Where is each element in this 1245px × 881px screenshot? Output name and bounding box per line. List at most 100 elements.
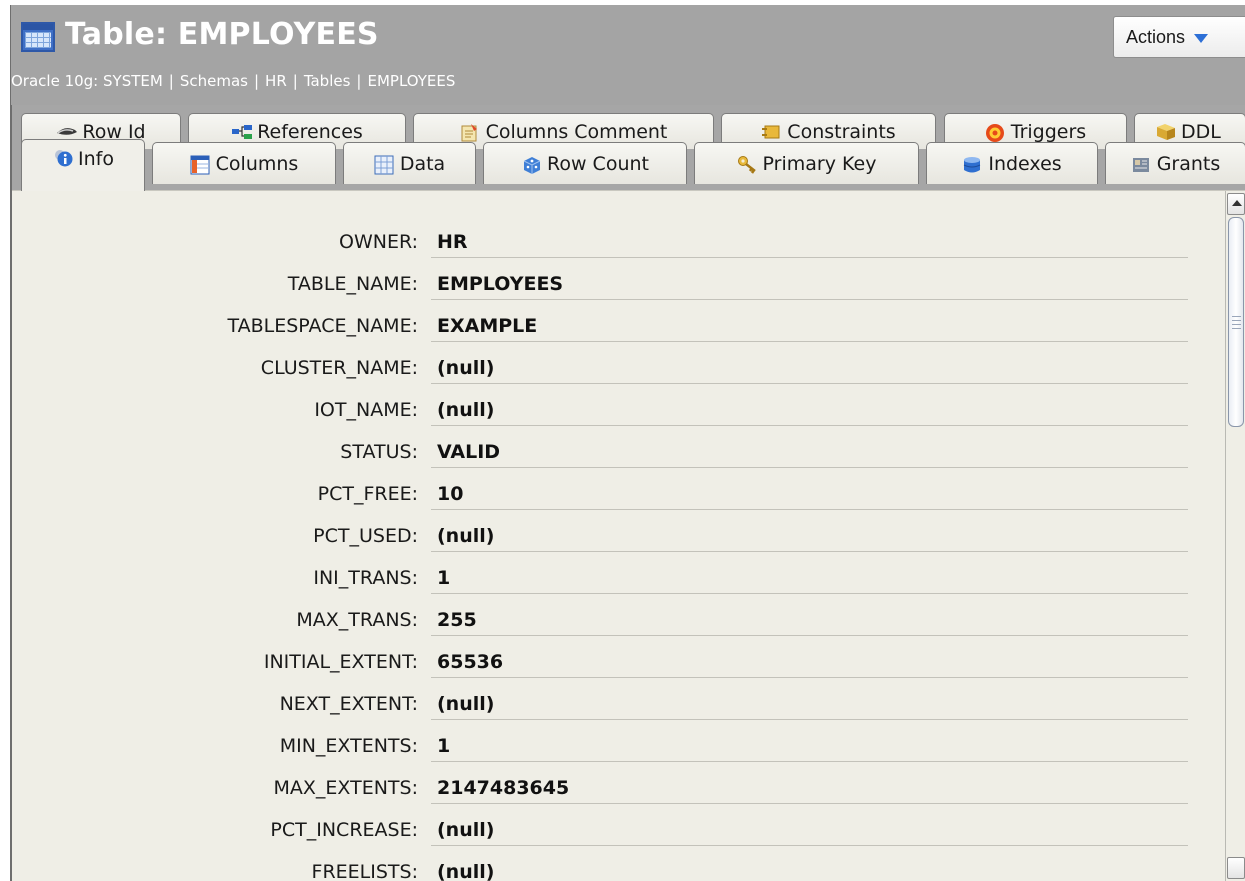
property-row: OWNER: HR [11,217,1206,259]
property-value: 1 [437,567,451,589]
property-value: 1 [437,735,451,757]
breadcrumb-schemas[interactable]: Schemas [180,72,248,90]
property-divider [431,299,1188,300]
property-value: HR [437,231,468,253]
property-label: FREELISTS: [311,861,418,881]
tab-label: Columns Comment [485,120,668,143]
property-row: IOT_NAME: (null) [11,385,1206,427]
key-icon [737,155,756,174]
comment-icon [460,123,478,141]
info-panel: OWNER: HR TABLE_NAME: EMPLOYEES TABLESPACE_N… [11,190,1245,881]
scroll-down-arrow-icon[interactable] [1227,857,1245,879]
tab-row-count[interactable]: Row Count [483,142,687,184]
property-value: 2147483645 [437,777,570,799]
eye-icon [56,123,78,141]
references-icon [231,123,253,141]
property-row: NEXT_EXTENT: (null) [11,679,1206,721]
property-label: PCT_INCREASE: [270,819,418,841]
breadcrumb-schema-hr[interactable]: HR [265,72,287,90]
scroll-thumb[interactable] [1228,217,1244,427]
vertical-scrollbar[interactable] [1225,191,1245,881]
tab-label: Data [399,152,446,175]
tab-indexes[interactable]: Indexes [926,142,1098,184]
property-value: EXAMPLE [437,315,538,337]
property-row: TABLESPACE_NAME: EXAMPLE [11,301,1206,343]
property-divider [431,551,1188,552]
tab-label: Info [78,148,114,170]
tab-bar: Row Id References Columns Comment Constr… [11,105,1245,191]
breadcrumb-separator: | [253,72,260,90]
property-label: IOT_NAME: [314,399,418,421]
property-row: PCT_FREE: 10 [11,469,1206,511]
property-divider [431,677,1188,678]
tab-primary-key[interactable]: Primary Key [694,142,919,184]
property-label: MIN_EXTENTS: [279,735,418,757]
property-divider [431,341,1188,342]
property-value: VALID [437,441,501,463]
property-divider [431,425,1188,426]
property-row: MIN_EXTENTS: 1 [11,721,1206,763]
property-label: PCT_FREE: [317,483,418,505]
property-divider [431,257,1188,258]
breadcrumb-connection[interactable]: Oracle 10g: SYSTEM [11,72,163,90]
property-value: (null) [437,357,495,379]
info-icon [52,148,73,167]
property-divider [431,719,1188,720]
property-row: INITIAL_EXTENT: 65536 [11,637,1206,679]
property-row: PCT_INCREASE: (null) [11,805,1206,847]
property-value: (null) [437,693,495,715]
tab-data[interactable]: Data [343,142,476,184]
tab-label: Columns [215,152,299,175]
grid-icon [374,155,394,174]
property-divider [431,593,1188,594]
property-row: TABLE_NAME: EMPLOYEES [11,259,1206,301]
tab-label: References [257,120,363,143]
property-label: CLUSTER_NAME: [260,357,418,379]
dice-icon [521,155,541,174]
editor-header: Table: EMPLOYEES Oracle 10g: SYSTEM | Sche… [11,5,1245,105]
window-border [11,105,12,881]
property-divider [431,635,1188,636]
columns-icon [190,155,210,174]
property-label: MAX_EXTENTS: [273,777,419,799]
table-editor-window: Table: EMPLOYEES Oracle 10g: SYSTEM | Sche… [10,5,1245,881]
property-row: MAX_EXTENTS: 2147483645 [11,763,1206,805]
property-value: (null) [437,819,495,841]
property-row: CLUSTER_NAME: (null) [11,343,1206,385]
breadcrumb-separator: | [292,72,298,90]
ddl-icon [1155,123,1175,141]
property-row: FREELISTS: (null) [11,847,1206,881]
scroll-up-arrow-icon[interactable] [1227,193,1245,215]
property-row: INI_TRANS: 1 [11,553,1206,595]
property-divider [431,761,1188,762]
tab-label: Grants [1156,152,1221,175]
breadcrumb: Oracle 10g: SYSTEM | Schemas | HR | Tables | EMP… [11,72,455,90]
property-divider [431,803,1188,804]
property-value: 255 [437,609,477,631]
target-icon [985,123,1004,142]
property-label: MAX_TRANS: [296,609,418,631]
tab-label: DDL [1181,120,1221,143]
tab-info[interactable]: Info [21,139,145,191]
property-label: OWNER: [339,231,418,253]
property-value: (null) [437,861,495,881]
tab-label: Row Count [547,152,649,175]
tab-grants[interactable]: Grants [1105,142,1245,184]
tab-label: Indexes [988,152,1062,175]
property-label: STATUS: [340,441,418,463]
property-divider [431,845,1188,846]
breadcrumb-table-employees[interactable]: EMPLOYEES [367,72,455,90]
breadcrumb-separator: | [168,72,174,90]
tab-label: Primary Key [762,152,877,175]
property-divider [431,467,1188,468]
actions-button[interactable]: Actions [1113,16,1245,58]
property-row: MAX_TRANS: 255 [11,595,1206,637]
property-label: TABLE_NAME: [287,273,418,295]
property-label: TABLESPACE_NAME: [227,315,418,337]
property-divider [431,383,1188,384]
chevron-down-icon [1194,33,1209,43]
constraints-icon [761,123,780,141]
cylinder-icon [962,155,981,173]
breadcrumb-tables[interactable]: Tables [304,72,351,90]
tab-columns[interactable]: Columns [152,142,336,184]
